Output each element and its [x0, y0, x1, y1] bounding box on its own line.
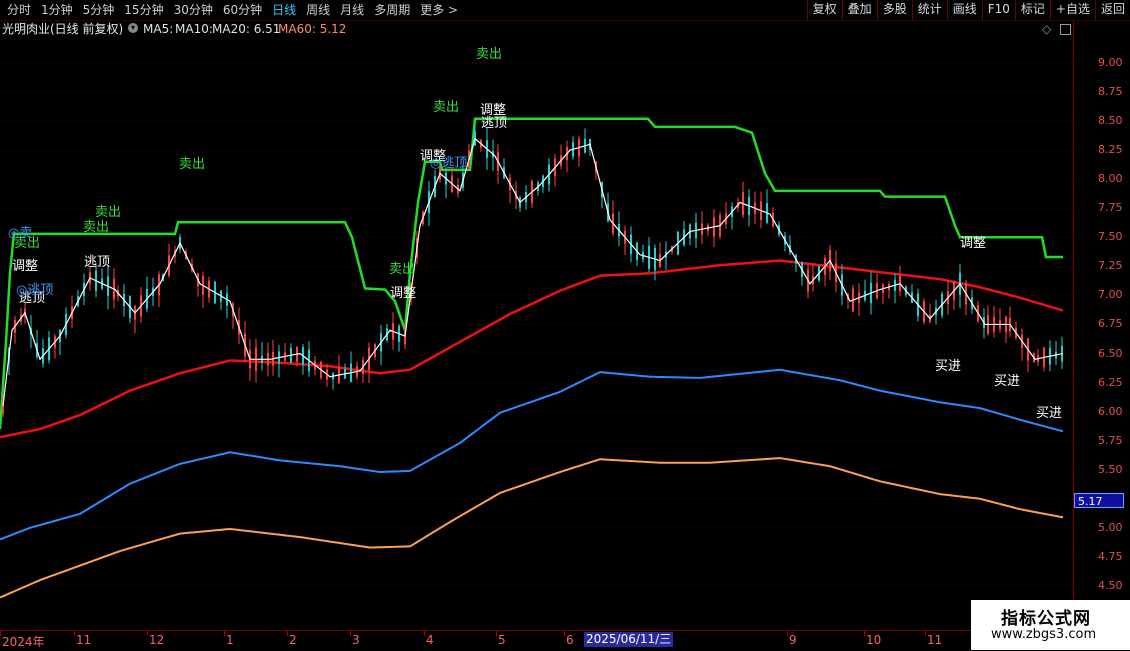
price-tick: 8.50 — [1098, 114, 1123, 128]
ma10-label: MA10: — [175, 22, 213, 36]
time-tick: 1 — [226, 633, 234, 647]
stock-title: 光明肉业(日线 前复权) — [2, 22, 124, 36]
escape-blue-signal: ◎逃顶 — [16, 283, 53, 298]
sell-signal: 卖出 — [476, 47, 502, 62]
price-tick: 5.50 — [1098, 462, 1123, 476]
price-tick: 6.00 — [1098, 404, 1123, 418]
ma-orange-line — [0, 457, 1064, 599]
watermark-logo: 指标公式网 www.zbgs3.com — [971, 600, 1130, 650]
price-tick: 7.25 — [1098, 259, 1123, 273]
toolbar-button-3[interactable]: 统计 — [911, 0, 947, 20]
toolbar-button-6[interactable]: 标记 — [1014, 0, 1050, 20]
period-tab-9[interactable]: 多周期 — [369, 2, 415, 18]
period-tab-7[interactable]: 周线 — [301, 2, 335, 18]
period-tab-4[interactable]: 30分钟 — [169, 2, 218, 18]
time-tick: 9 — [789, 633, 797, 647]
period-tab-0[interactable]: 分时 — [2, 2, 36, 18]
ma20-label: MA20: 6.51 — [212, 22, 281, 36]
period-toolbar: 分时 1分钟 5分钟 15分钟 30分钟 60分钟 日线 周线 月线 多周期 更多 > 复权 叠加 多股… — [0, 0, 1130, 21]
price-tick: 5.00 — [1098, 520, 1123, 534]
price-tick: 8.75 — [1098, 85, 1123, 99]
escape-blue-signal: ◎逃顶 — [430, 156, 467, 171]
time-tick: 3 — [352, 633, 360, 647]
ma5-label: MA5: — [143, 22, 174, 36]
price-tick: 8.25 — [1098, 143, 1123, 157]
price-tick: 7.00 — [1098, 288, 1123, 302]
time-tick: 2024年 — [2, 635, 45, 649]
buy-signal: 买进 — [1036, 406, 1062, 421]
watermark-title: 指标公式网 — [1001, 609, 1091, 629]
period-tab-3[interactable]: 15分钟 — [119, 2, 168, 18]
price-tick: 6.25 — [1098, 375, 1123, 389]
cursor-date: 2025/06/11/三 — [584, 632, 674, 647]
toolbar-button-0[interactable]: 复权 — [806, 0, 842, 20]
toolbar-button-7[interactable]: +自选 — [1049, 0, 1095, 20]
ma5-price-line — [2, 137, 1064, 406]
time-tick: 5 — [498, 633, 506, 647]
toolbar-button-8[interactable]: 返回 — [1094, 0, 1130, 20]
price-tick: 5.75 — [1098, 433, 1123, 447]
time-tick: 11 — [76, 633, 92, 647]
sell-signal: 卖出 — [95, 205, 121, 220]
toolbar-button-5[interactable]: F10 — [981, 0, 1015, 20]
sell-signal: 卖出 — [389, 262, 415, 277]
period-tabs: 分时 1分钟 5分钟 15分钟 30分钟 60分钟 日线 周线 月线 多周期 更多 > — [2, 2, 463, 18]
ma60-label: MA60: 5.12 — [278, 22, 347, 36]
time-tick: 6 — [566, 633, 574, 647]
diamond-icon[interactable]: ◇ — [1042, 21, 1051, 37]
time-tick: 10 — [866, 633, 882, 647]
price-tick: 7.50 — [1098, 230, 1123, 244]
chevron-down-icon[interactable]: ▾ — [128, 23, 138, 33]
period-tab-1[interactable]: 1分钟 — [36, 2, 78, 18]
price-axis: 9.00 8.75 8.50 8.25 8.00 7.75 7.50 7.25 7.00 6.75… — [1073, 21, 1130, 630]
time-tick: 11 — [927, 633, 943, 647]
escape-signal: 逃顶 — [84, 255, 110, 270]
indicator-info-bar: 光明肉业(日线 前复权) ▾ MA5: MA10: MA20: 6.51 MA6… — [0, 21, 1075, 37]
price-tick: 9.00 — [1098, 56, 1123, 69]
period-tab-5[interactable]: 60分钟 — [218, 2, 267, 18]
sell-signal: 卖出 — [179, 157, 205, 172]
sell-blue-signal: ◎卖 — [8, 226, 32, 241]
window-toggle-icon[interactable] — [1060, 24, 1071, 35]
kline-chart[interactable]: 卖出卖出卖出卖出卖出卖出卖出调整调整调整调整调整逃顶逃顶逃顶买进买进买进◎逃顶◎… — [0, 37, 1073, 630]
sell-signal: 卖出 — [433, 100, 459, 115]
watermark-url: www.zbgs3.com — [991, 627, 1097, 642]
toolbar-button-4[interactable]: 画线 — [946, 0, 982, 20]
period-tab-6[interactable]: 日线 — [267, 2, 301, 18]
time-tick: 2 — [289, 633, 297, 647]
price-tick: 4.50 — [1098, 578, 1123, 592]
price-tick: 4.75 — [1098, 549, 1123, 563]
price-tick: 8.00 — [1098, 172, 1123, 186]
adjust-signal: 调整 — [960, 236, 986, 251]
price-tick: 6.75 — [1098, 317, 1123, 331]
time-axis: 2025/06/11/三 2024年 11 12 1 2 3 4 5 6 9 10 11 — [0, 630, 1130, 651]
ma-blue-line — [0, 368, 1064, 541]
buy-signal: 买进 — [935, 359, 961, 374]
escape-signal: 逃顶 — [481, 116, 507, 131]
sell-signal: 卖出 — [83, 220, 109, 235]
period-tab-2[interactable]: 5分钟 — [78, 2, 120, 18]
period-tab-8[interactable]: 月线 — [335, 2, 369, 18]
toolbar-button-2[interactable]: 多股 — [876, 0, 912, 20]
price-tick: 7.75 — [1098, 201, 1123, 215]
adjust-signal: 调整 — [390, 286, 416, 301]
period-tab-10[interactable]: 更多 > — [415, 2, 463, 18]
adjust-signal: 调整 — [12, 259, 38, 274]
toolbar-right-buttons: 复权 叠加 多股 统计 画线 F10 标记 +自选 返回 — [806, 0, 1130, 20]
buy-signal: 买进 — [994, 374, 1020, 389]
current-price-badge: 5.17 — [1074, 493, 1124, 508]
time-tick: 4 — [426, 633, 434, 647]
price-tick: 6.50 — [1098, 346, 1123, 360]
toolbar-button-1[interactable]: 叠加 — [841, 0, 877, 20]
time-tick: 12 — [149, 633, 165, 647]
